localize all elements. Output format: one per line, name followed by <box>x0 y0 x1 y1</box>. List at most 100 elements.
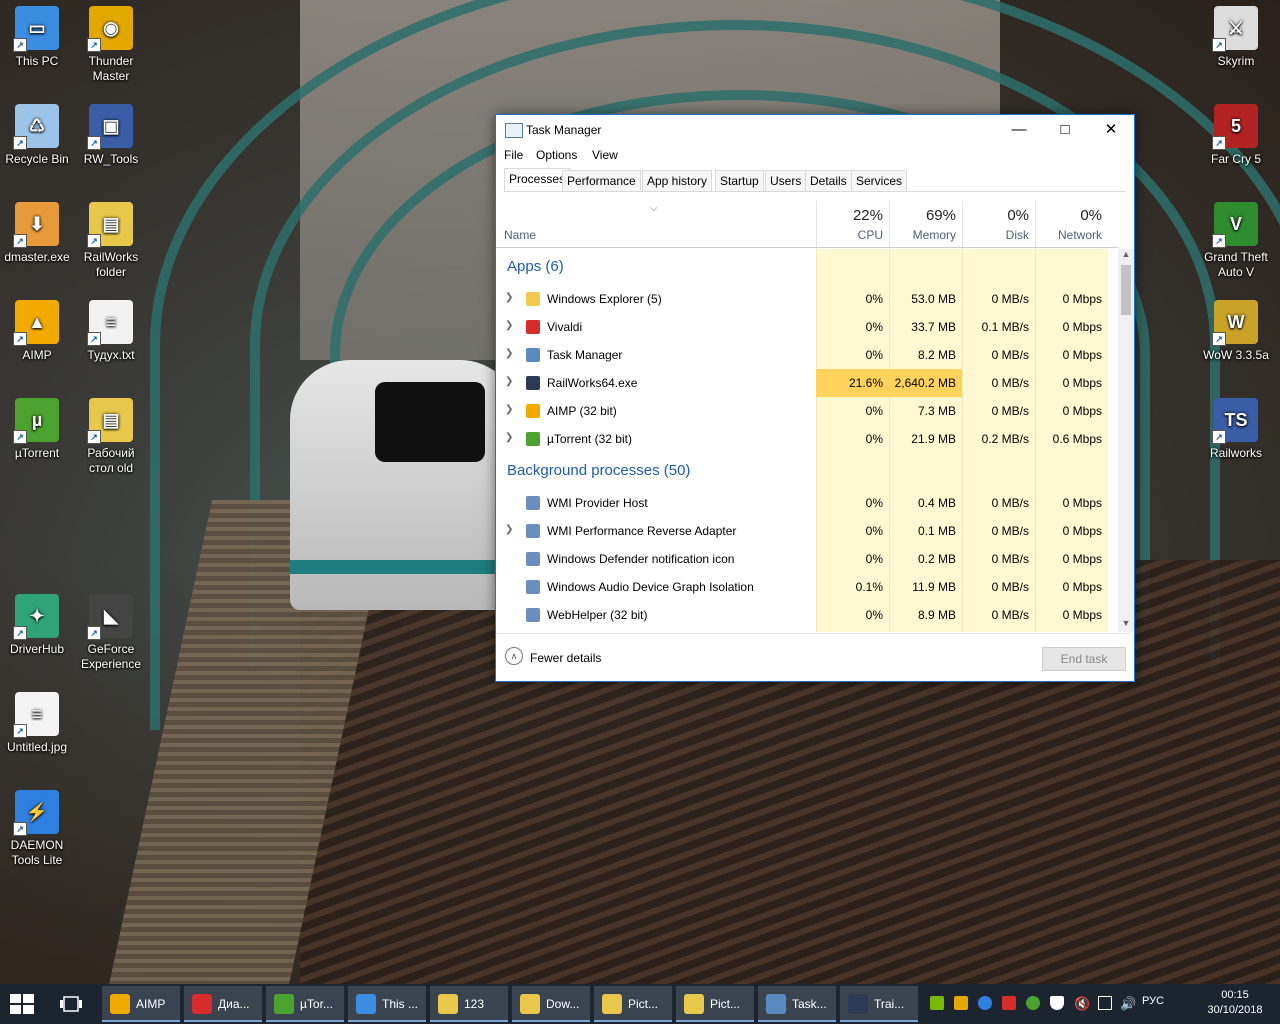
defender-shield-icon[interactable] <box>1050 996 1064 1010</box>
taskbar-item[interactable]: Trai... <box>840 986 918 1022</box>
desktop-icon[interactable]: ▣ ↗ RW_Tools <box>74 104 148 167</box>
tab-processes[interactable]: Processes <box>504 168 571 191</box>
desktop-icon[interactable]: ◉ ↗ Thunder Master <box>74 6 148 84</box>
desktop-icon[interactable]: 5 ↗ Far Cry 5 <box>1199 104 1273 167</box>
tab-details[interactable]: Details <box>805 170 852 191</box>
daemon-tray-icon[interactable] <box>978 996 992 1010</box>
expand-chevron-icon[interactable]: ❯ <box>505 348 513 359</box>
scroll-down-icon[interactable]: ▼ <box>1118 618 1134 632</box>
process-row[interactable]: WMI Provider Host 0% 0.4 MB 0 MB/s 0 Mbps <box>496 489 1118 517</box>
expand-chevron-icon[interactable]: ❯ <box>505 524 513 535</box>
menu-file[interactable]: File <box>504 148 523 162</box>
start-windows-icon[interactable] <box>10 994 34 1014</box>
tab-services[interactable]: Services <box>851 170 908 191</box>
taskbar-item[interactable]: 123 <box>430 986 508 1022</box>
column-disk[interactable]: 0% Disk <box>962 201 1035 247</box>
tab-startup[interactable]: Startup <box>715 170 764 191</box>
taskbar-item[interactable]: This ... <box>348 986 426 1022</box>
desktop-icon[interactable]: ▤ ↗ RailWorks folder <box>74 202 148 280</box>
process-row[interactable]: ❯ WMI Performance Reverse Adapter 0% 0.1 MB… <box>496 517 1118 545</box>
process-row[interactable]: Windows Audio Device Graph Isolation 0.1%… <box>496 573 1118 601</box>
end-task-button[interactable]: End task <box>1042 647 1126 671</box>
task-manager-window[interactable]: Task Manager — □ ✕ File Options View Pro… <box>495 114 1135 682</box>
process-row[interactable]: ❯ AIMP (32 bit) 0% 7.3 MB 0 MB/s 0 Mbps <box>496 397 1118 425</box>
desktop-icon[interactable]: ≡ ↗ Untitled.jpg <box>0 692 74 755</box>
column-name[interactable]: Name <box>504 228 536 242</box>
desktop-icon[interactable]: ✦ ↗ DriverHub <box>0 594 74 657</box>
process-row[interactable]: Windows Defender notification icon 0% 0.2 … <box>496 545 1118 573</box>
column-network[interactable]: 0% Network <box>1035 201 1108 247</box>
process-row[interactable]: WebHelper (32 bit) 0% 8.9 MB 0 MB/s 0 Mbps <box>496 601 1118 629</box>
desktop-icon[interactable]: ⚔ ↗ Skyrim <box>1199 6 1273 69</box>
process-row[interactable]: ❯ Windows Explorer (5) 0% 53.0 MB 0 MB/s 0 Mb… <box>496 285 1118 313</box>
utorrent-tray-icon[interactable] <box>1026 996 1040 1010</box>
expand-chevron-icon[interactable]: ❯ <box>505 320 513 331</box>
column-cpu[interactable]: 22% CPU <box>816 201 889 247</box>
process-name: RailWorks64.exe <box>547 376 638 390</box>
process-net-value: 0 Mbps <box>1062 292 1102 306</box>
desktop-icon[interactable]: ⬇ ↗ dmaster.exe <box>0 202 74 265</box>
window-title: Task Manager <box>526 123 602 137</box>
taskbar-item[interactable]: Task... <box>758 986 836 1022</box>
process-row[interactable]: ❯ Vivaldi 0% 33.7 MB 0.1 MB/s 0 Mbps <box>496 313 1118 341</box>
tab-users[interactable]: Users <box>765 170 807 191</box>
expand-chevron-icon[interactable]: ❯ <box>505 292 513 303</box>
scroll-up-icon[interactable]: ▲ <box>1118 249 1134 263</box>
task-view-icon[interactable] <box>60 995 82 1013</box>
process-icon <box>526 524 540 538</box>
speaker-icon[interactable]: 🔊 <box>1120 996 1136 1011</box>
expand-chevron-icon[interactable]: ❯ <box>505 404 513 415</box>
tab-performance[interactable]: Performance <box>562 170 641 191</box>
process-mem-value: 8.2 MB <box>917 348 956 362</box>
vivaldi-tray-icon[interactable] <box>1002 996 1016 1010</box>
clock[interactable]: 00:15 30/10/2018 <box>1200 988 1270 1018</box>
keyboard-language[interactable]: РУС <box>1142 995 1164 1007</box>
process-net-value: 0 Mbps <box>1062 524 1102 538</box>
process-icon <box>526 552 540 566</box>
scroll-thumb[interactable] <box>1121 265 1131 315</box>
network-icon[interactable] <box>1098 996 1112 1010</box>
desktop-icon[interactable]: TS ↗ Railworks <box>1199 398 1273 461</box>
desktop-icon[interactable]: ⚡ ↗ DAEMON Tools Lite <box>0 790 74 868</box>
volume-muted-icon[interactable]: 🔇 <box>1074 996 1090 1011</box>
desktop-icon[interactable]: ▤ ↗ Рабочий стол old <box>74 398 148 476</box>
desktop-icon[interactable]: ♺ ↗ Recycle Bin <box>0 104 74 167</box>
desktop-icon[interactable]: ▲ ↗ AIMP <box>0 300 74 363</box>
process-row[interactable]: ❯ µTorrent (32 bit) 0% 21.9 MB 0.2 MB/s 0.6 M… <box>496 425 1118 453</box>
thunder-tray-icon[interactable] <box>954 996 968 1010</box>
desktop-icon[interactable]: µ ↗ µTorrent <box>0 398 74 461</box>
desktop-app-icon: ▣ ↗ <box>87 104 133 150</box>
tab-app-history[interactable]: App history <box>642 170 713 191</box>
desktop-icon[interactable]: W ↗ WoW 3.3.5a <box>1199 300 1273 363</box>
maximize-button[interactable]: □ <box>1042 115 1088 145</box>
desktop-icon[interactable]: ◣ ↗ GeForce Experience <box>74 594 148 672</box>
expand-chevron-icon[interactable]: ❯ <box>505 432 513 443</box>
desktop-icon-label: Grand Theft Auto V <box>1204 250 1268 279</box>
minimize-button[interactable]: — <box>996 115 1042 145</box>
desktop-icon-label: WoW 3.3.5a <box>1203 348 1269 362</box>
desktop-icon[interactable]: V ↗ Grand Theft Auto V <box>1199 202 1273 280</box>
process-disk-value: 0 MB/s <box>991 496 1029 510</box>
menu-options[interactable]: Options <box>536 148 577 162</box>
process-name: WMI Performance Reverse Adapter <box>547 524 737 538</box>
desktop-app-icon: ⚡ ↗ <box>13 790 59 836</box>
process-row[interactable]: ❯ Task Manager 0% 8.2 MB 0 MB/s 0 Mbps <box>496 341 1118 369</box>
collapse-chevron-icon[interactable]: ∧ <box>505 647 523 665</box>
column-memory[interactable]: 69% Memory <box>889 201 962 247</box>
taskbar-item[interactable]: Dow... <box>512 986 590 1022</box>
title-bar[interactable]: Task Manager — □ ✕ <box>496 115 1134 145</box>
menu-view[interactable]: View <box>592 148 618 162</box>
taskbar-item[interactable]: Диа... <box>184 986 262 1022</box>
taskbar-item[interactable]: µTor... <box>266 986 344 1022</box>
fewer-details-link[interactable]: Fewer details <box>530 651 601 665</box>
process-row[interactable]: ❯ RailWorks64.exe 21.6% 2,640.2 MB 0 MB/s 0 M… <box>496 369 1118 397</box>
expand-chevron-icon[interactable]: ❯ <box>505 376 513 387</box>
nvidia-tray-icon[interactable] <box>930 996 944 1010</box>
taskbar-item[interactable]: Pict... <box>676 986 754 1022</box>
taskbar-item[interactable]: Pict... <box>594 986 672 1022</box>
vertical-scrollbar[interactable]: ▲ ▼ <box>1118 249 1134 632</box>
close-button[interactable]: ✕ <box>1088 115 1134 145</box>
taskbar-item[interactable]: AIMP <box>102 986 180 1022</box>
desktop-icon[interactable]: ▭ ↗ This PC <box>0 6 74 69</box>
desktop-icon[interactable]: ≡ ↗ Тудух.txt <box>74 300 148 363</box>
